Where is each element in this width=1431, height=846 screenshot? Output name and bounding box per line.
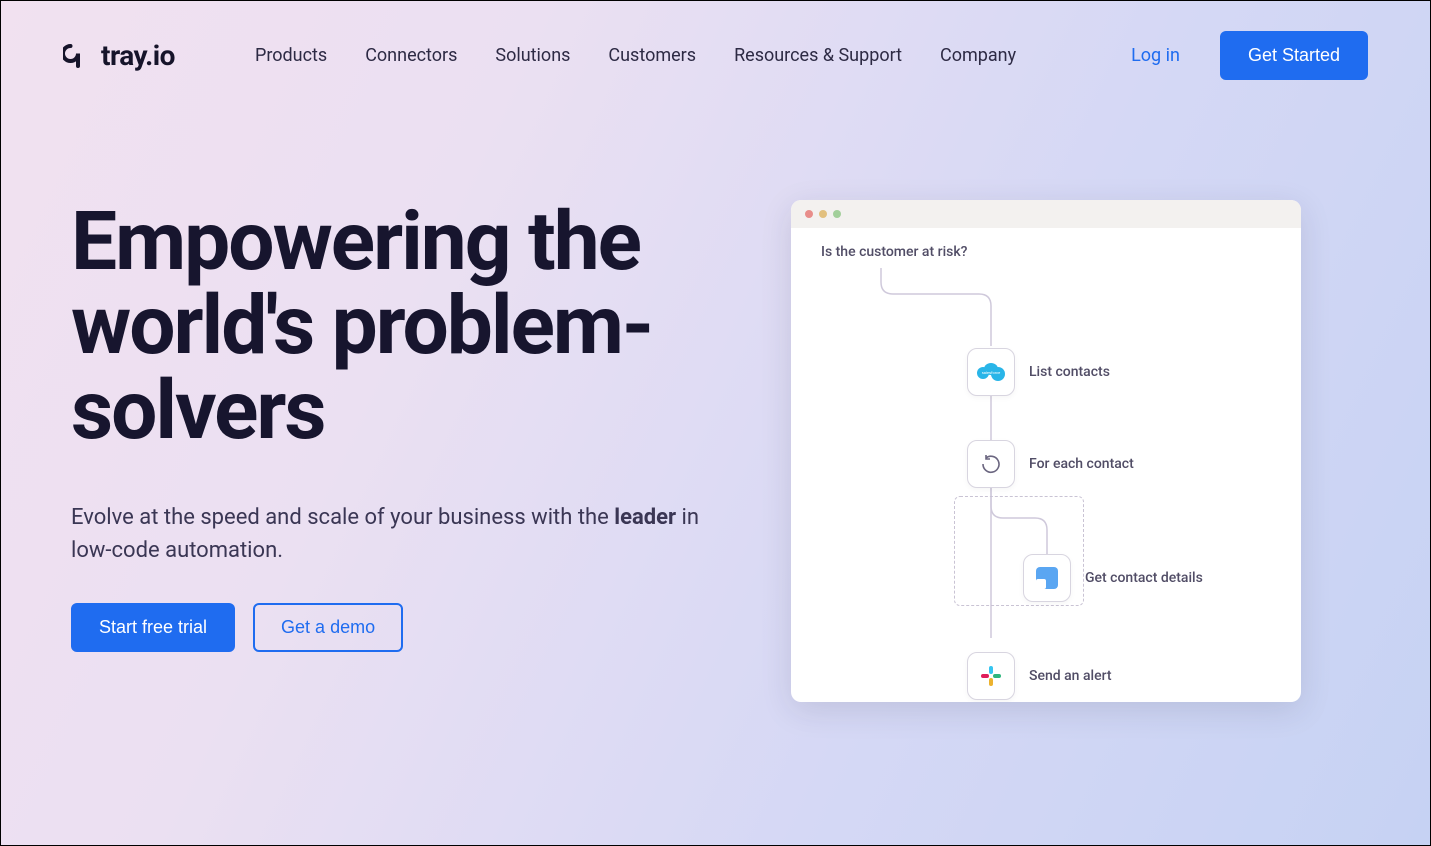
contact-icon bbox=[1023, 554, 1071, 602]
window-minimize-icon bbox=[819, 210, 827, 218]
tray-icon bbox=[63, 41, 93, 71]
hero-copy: Empowering the world's problem-solvers E… bbox=[71, 200, 731, 702]
loop-icon bbox=[967, 440, 1015, 488]
nav-products[interactable]: Products bbox=[255, 45, 327, 66]
svg-text:salesforce: salesforce bbox=[982, 370, 1001, 375]
workflow-node-contact-details: Get contact details bbox=[1023, 554, 1203, 602]
node-label: Send an alert bbox=[1029, 668, 1112, 684]
get-demo-button[interactable]: Get a demo bbox=[253, 603, 403, 652]
hero-title: Empowering the world's problem-solvers bbox=[71, 200, 731, 453]
node-label: List contacts bbox=[1029, 364, 1110, 380]
login-link[interactable]: Log in bbox=[1131, 45, 1180, 66]
node-label: For each contact bbox=[1029, 456, 1134, 472]
window-maximize-icon bbox=[833, 210, 841, 218]
slack-icon bbox=[967, 652, 1015, 700]
workflow-node-foreach: For each contact bbox=[967, 440, 1134, 488]
hero-cta-row: Start free trial Get a demo bbox=[71, 603, 731, 652]
nav-resources[interactable]: Resources & Support bbox=[734, 45, 902, 66]
window-close-icon bbox=[805, 210, 813, 218]
workflow-canvas: Is the customer at risk? salesforc bbox=[791, 228, 1301, 702]
hero-subtitle: Evolve at the speed and scale of your bu… bbox=[71, 501, 731, 567]
node-label: Get contact details bbox=[1085, 570, 1203, 586]
nav-company[interactable]: Company bbox=[940, 45, 1016, 66]
salesforce-icon: salesforce bbox=[967, 348, 1015, 396]
workflow-question: Is the customer at risk? bbox=[821, 244, 1281, 260]
hero-section: Empowering the world's problem-solvers E… bbox=[1, 80, 1430, 702]
hero-sub-pre: Evolve at the speed and scale of your bu… bbox=[71, 505, 614, 530]
brand-logo[interactable]: tray.io bbox=[63, 39, 175, 72]
brand-text: tray.io bbox=[101, 39, 175, 72]
window-titlebar bbox=[791, 200, 1301, 228]
header: tray.io Products Connectors Solutions Cu… bbox=[1, 1, 1430, 80]
nav-customers[interactable]: Customers bbox=[608, 45, 696, 66]
get-started-button[interactable]: Get Started bbox=[1220, 31, 1368, 80]
hero-sub-bold: leader bbox=[614, 505, 676, 530]
main-nav: Products Connectors Solutions Customers … bbox=[255, 45, 1016, 66]
nav-connectors[interactable]: Connectors bbox=[365, 45, 457, 66]
workflow-preview: Is the customer at risk? salesforc bbox=[791, 200, 1301, 702]
workflow-node-send-alert: Send an alert bbox=[967, 652, 1112, 700]
workflow-node-list-contacts: salesforce List contacts bbox=[967, 348, 1110, 396]
nav-solutions[interactable]: Solutions bbox=[495, 45, 570, 66]
workflow-window: Is the customer at risk? salesforc bbox=[791, 200, 1301, 702]
start-free-trial-button[interactable]: Start free trial bbox=[71, 603, 235, 652]
